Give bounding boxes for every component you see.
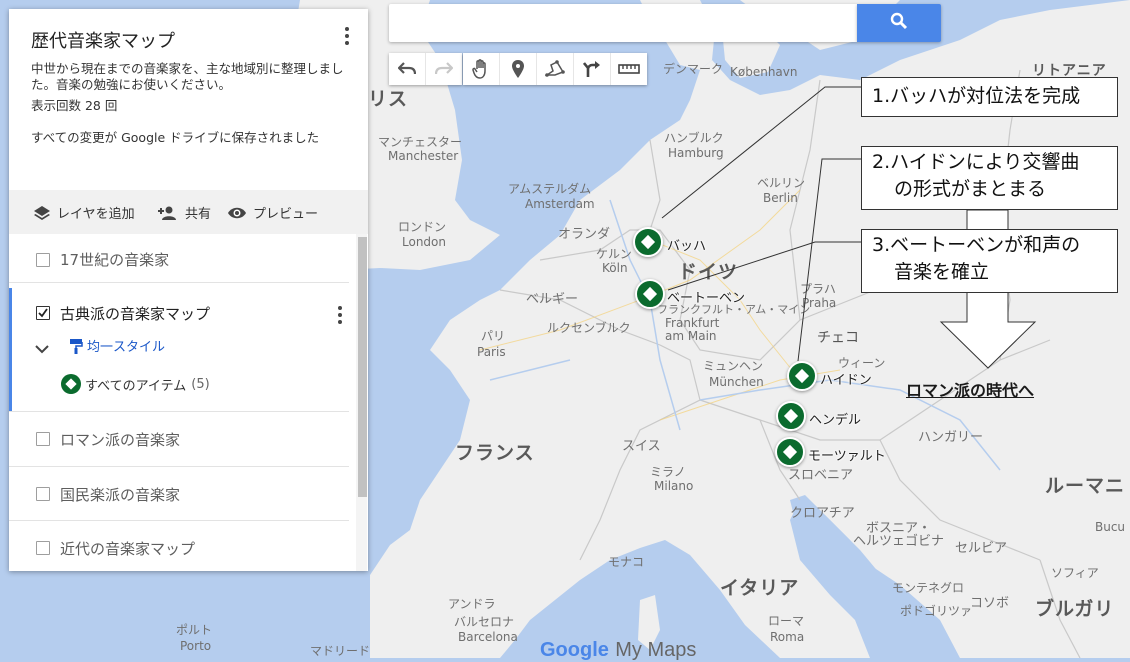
romantic-era-link[interactable]: ロマン派の時代へ <box>906 377 1034 401</box>
marker-label: バッハ <box>667 239 707 254</box>
callout-bach: 1.バッハが対位法を完成 <box>861 77 1118 117</box>
marker-label: ベートーベン <box>667 291 746 306</box>
callout-text-line2: の形式がまとまる <box>894 178 1047 200</box>
map-marker-mozart[interactable] <box>775 437 805 467</box>
map-marker-haydn[interactable] <box>787 361 817 391</box>
google-my-maps-logo: Google My Maps <box>540 637 696 662</box>
callout-text-line2: 音楽を確立 <box>894 261 990 283</box>
callout-haydn: 2.ハイドンにより交響曲 の形式がまとまる <box>861 146 1118 210</box>
callout-text: 1.バッハが対位法を完成 <box>872 85 1081 107</box>
map-marker-bach[interactable] <box>633 227 663 257</box>
callout-text: の形式がまとまる <box>872 176 1107 203</box>
callout-text: 3.ベートーベンが和声の <box>872 234 1081 256</box>
map-marker-beethoven[interactable] <box>635 279 665 309</box>
marker-label: モーツァルト <box>808 449 886 464</box>
marker-label: ハイドン <box>820 373 872 388</box>
callout-text: 2.ハイドンにより交響曲 <box>872 151 1080 173</box>
marker-label: ヘンデル <box>809 413 862 428</box>
map-marker-handel[interactable] <box>776 401 806 431</box>
callout-beethoven: 3.ベートーベンが和声の 音楽を確立 <box>861 229 1118 293</box>
